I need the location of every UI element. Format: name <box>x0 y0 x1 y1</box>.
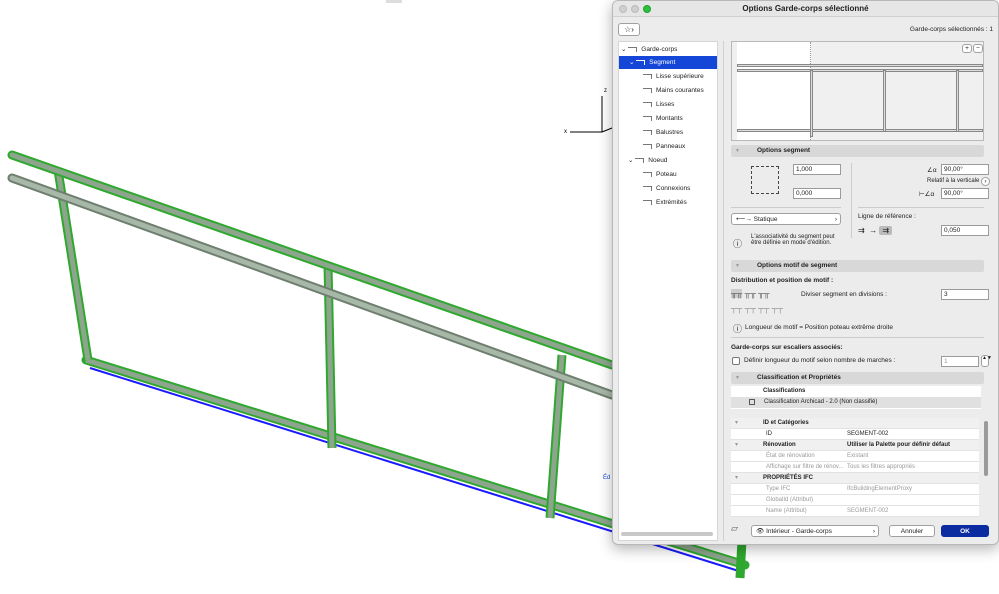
tree-item-panneaux[interactable]: Panneaux <box>643 140 685 153</box>
axis-z-label: z <box>604 88 607 94</box>
ref-line-label: Ligne de référence : <box>858 213 916 220</box>
property-value: Tous les filtres appropriés <box>847 464 916 470</box>
tree-item-lisse-superieure[interactable]: Lisse supérieure <box>643 70 704 83</box>
property-row[interactable]: GlobalId (Attribut) <box>731 495 979 506</box>
classifications-header: Classifications <box>763 388 806 394</box>
post <box>735 539 747 579</box>
steps-stepper[interactable]: ▲▼ <box>981 355 992 367</box>
tree-item-connexions[interactable]: Connexions <box>643 182 690 195</box>
tree-item-garde-corps[interactable]: ⌄ Garde-corps <box>621 43 717 56</box>
favorites-star-icon: ☆› <box>624 25 634 34</box>
distribution-label: Distribution et position de motif : <box>731 277 834 284</box>
property-value: SEGMENT-002 <box>847 431 889 437</box>
railing-options-dialog: Options Garde-corps sélectionné ☆› Garde… <box>612 0 999 545</box>
ref-offset-field[interactable]: 0,050 <box>941 225 989 236</box>
segment-options-header[interactable]: Options segment <box>731 145 984 157</box>
pattern-options-header[interactable]: Options motif de segment <box>731 260 984 272</box>
tree-scrollbar[interactable] <box>621 532 713 536</box>
tree-item-extremites[interactable]: Extrémités <box>643 196 687 209</box>
property-row[interactable]: État de rénovation Existant <box>731 451 979 462</box>
relative-vertical-label: Relatif à la verticale <box>927 178 980 184</box>
classification-row[interactable]: Classification Archicad - 2.0 (Non class… <box>731 397 981 408</box>
tree-item-montants[interactable]: Montants <box>643 112 683 125</box>
zoom-out-button[interactable]: − <box>973 44 983 53</box>
pattern-length-info: Longueur de motif = Position poteau extr… <box>745 324 893 331</box>
slope-angle-field[interactable]: 90,00° <box>941 188 989 199</box>
property-row[interactable]: Affichage sur filtre de rénov... Tous les… <box>731 462 979 473</box>
collapse-icon: ▾ <box>735 442 739 448</box>
tree-item-mains-courantes[interactable]: Mains courantes <box>643 84 704 97</box>
property-name: GlobalId (Attribut) <box>766 497 814 503</box>
property-row[interactable]: ID SEGMENT-002 <box>731 429 979 440</box>
axis-x-label: x <box>564 129 567 135</box>
zoom-in-button[interactable]: + <box>962 44 972 53</box>
distribution-options[interactable]: ╥╥ ╥╥ ╥╥ <box>731 289 769 298</box>
properties-table: ▾ ID et Catégories ID SEGMENT-002 ▾ Rénovatio… <box>731 418 989 518</box>
tree-item-balustres[interactable]: Balustres <box>643 126 683 139</box>
tree-item-segment[interactable]: ⌄ Segment <box>619 56 717 69</box>
favorites-button[interactable]: ☆› <box>618 23 640 36</box>
property-name: Type IFC <box>766 486 791 492</box>
property-value: SEGMENT-002 <box>847 508 889 514</box>
property-name: Rénovation <box>763 442 796 448</box>
steps-checkbox-label: Définir longueur du motif selon nombre d… <box>744 357 896 364</box>
property-value: Existant <box>847 453 869 459</box>
close-button[interactable] <box>619 5 627 13</box>
info-icon: ⓘ <box>733 324 743 334</box>
property-row[interactable]: ▾ ID et Catégories <box>731 418 979 429</box>
offset-field[interactable]: 0,000 <box>793 188 841 199</box>
divisions-field[interactable]: 3 <box>941 289 989 300</box>
eye-icon: 👁︎ <box>756 528 765 535</box>
associativity-select[interactable]: ⟵→ Statique › <box>731 213 841 225</box>
ref-line-options[interactable]: ⇉ → ⇉ <box>858 226 893 235</box>
property-row[interactable]: Name (Attribut) SEGMENT-002 <box>731 506 979 517</box>
property-name: Affichage sur filtre de rénov... <box>766 464 844 470</box>
preview-panel[interactable]: + − <box>731 41 984 141</box>
property-row[interactable]: Type IFC IfcBuildingElementProxy <box>731 484 979 495</box>
segment-dimension-icon <box>751 166 779 194</box>
axis-gizmo <box>570 96 613 133</box>
cancel-button[interactable]: Annuler <box>889 525 935 537</box>
property-value: IfcBuildingElementProxy <box>847 486 913 492</box>
property-row[interactable]: ▾ Rénovation Utiliser la Palette pour défi… <box>731 440 979 451</box>
position-options[interactable]: ┬┬ ┬┬ ┬┬ ┬┬ <box>731 304 783 313</box>
property-name: Name (Attribut) <box>766 508 807 514</box>
associativity-info: L'associativité du segment peut être déf… <box>751 234 835 246</box>
property-name: PROPRIÉTÉS IFC <box>763 475 814 481</box>
ok-button[interactable]: OK <box>941 525 989 537</box>
property-name: État de rénovation <box>766 453 815 459</box>
tree-item-noeud[interactable]: ⌄ Noeud <box>628 154 667 167</box>
angle-field[interactable]: 90,00° <box>941 164 989 175</box>
property-value: Utiliser la Palette pour définir défaut <box>847 442 951 448</box>
minimize-button[interactable] <box>631 5 639 13</box>
settings-tree: ⌄ Garde-corps ⌄ Segment Lisse supérieure… <box>618 41 718 541</box>
divisions-label: Diviser segment en divisions : <box>801 291 887 298</box>
stairs-label: Garde-corps sur escaliers associés: <box>731 344 843 351</box>
tree-item-lisses[interactable]: Lisses <box>643 98 674 111</box>
angle-icon: ∠α <box>927 167 937 174</box>
selected-count: Garde-corps sélectionnés : 1 <box>909 26 993 33</box>
layer-icon: ▱ <box>731 523 738 533</box>
layer-select[interactable]: 👁︎ Intérieur - Garde-corps › <box>751 525 879 537</box>
steps-checkbox[interactable] <box>732 357 740 365</box>
collapse-icon: ▾ <box>735 420 739 426</box>
steps-field[interactable]: 1 <box>941 356 979 367</box>
property-name: ID et Catégories <box>763 420 809 426</box>
zoom-button[interactable] <box>643 5 651 13</box>
collapse-icon: ▾ <box>735 475 739 481</box>
tree-item-poteau[interactable]: Poteau <box>643 168 677 181</box>
properties-scrollbar[interactable] <box>984 421 988 476</box>
slope-angle-icon: ⊢∠α <box>919 191 935 198</box>
classification-checkbox <box>749 399 755 405</box>
relative-menu-button[interactable]: › <box>981 177 990 186</box>
info-icon: ⓘ <box>733 239 743 249</box>
height-field[interactable]: 1,000 <box>793 164 841 175</box>
dialog-title: Options Garde-corps sélectionné <box>613 1 998 17</box>
property-name: ID <box>766 431 772 437</box>
classification-header[interactable]: Classification et Propriétés <box>731 372 984 384</box>
edit-label: Éd <box>603 474 610 481</box>
property-row[interactable]: ▾ PROPRIÉTÉS IFC <box>731 473 979 484</box>
